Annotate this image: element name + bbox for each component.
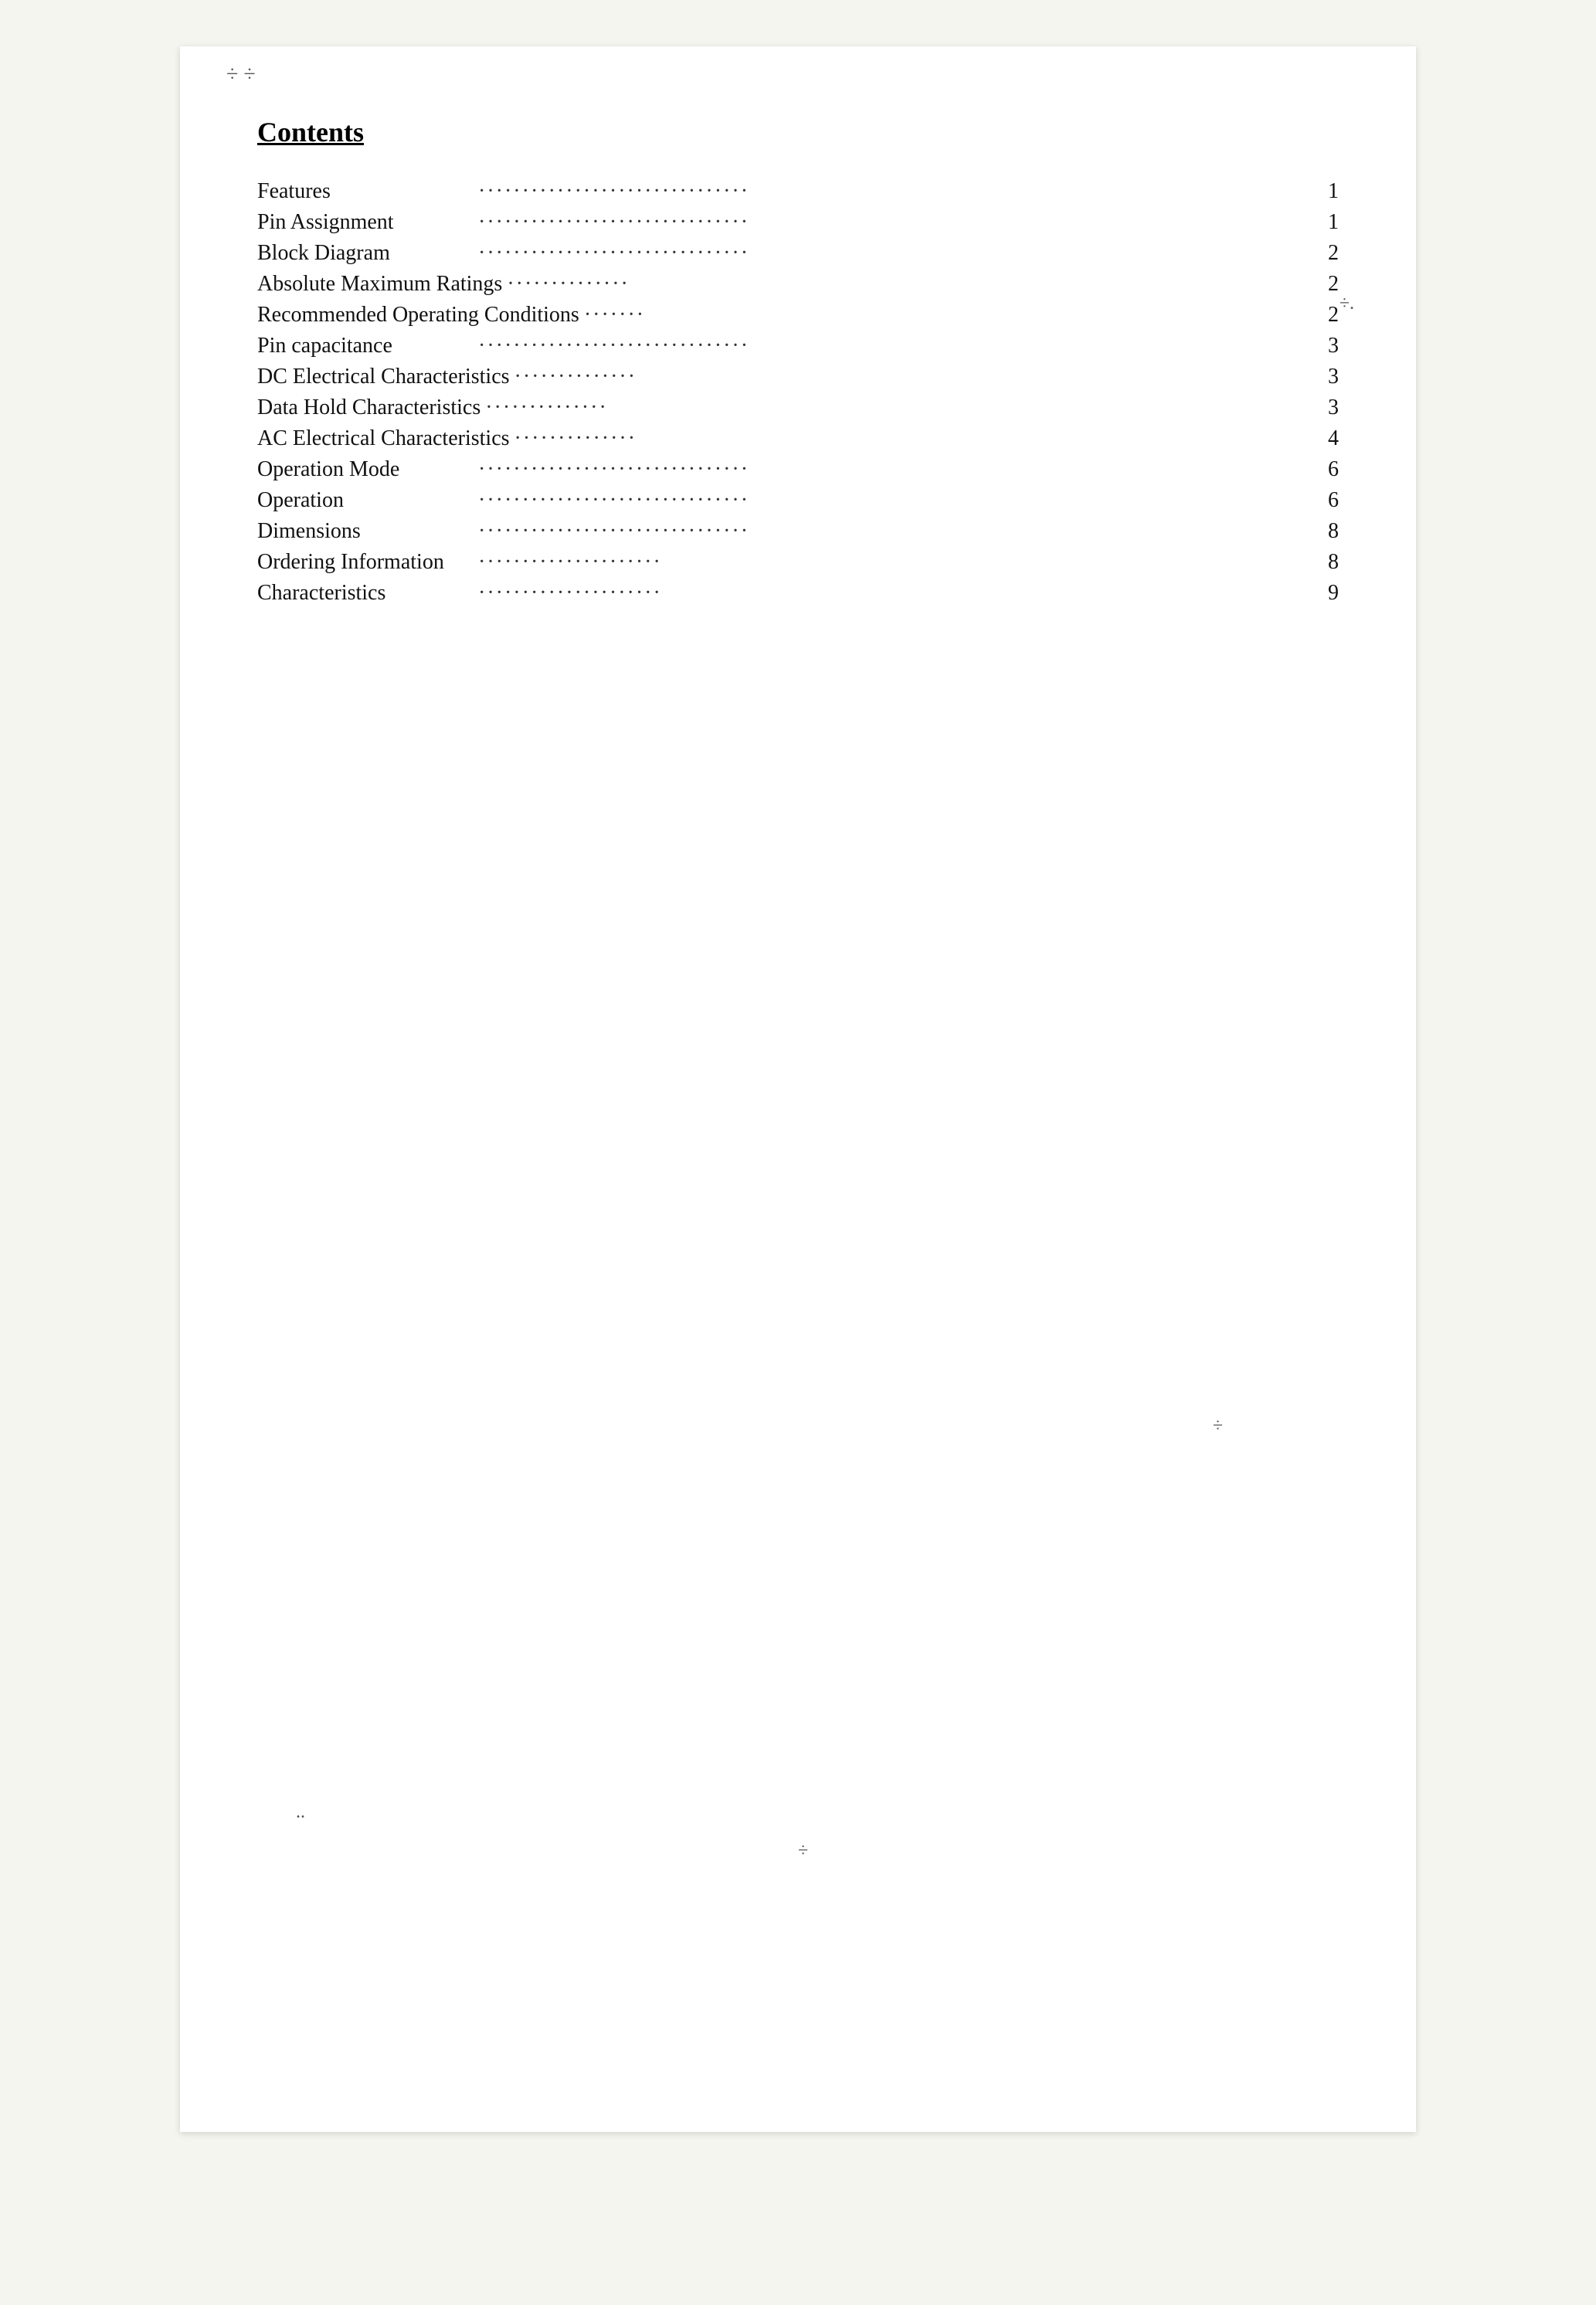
toc-dots: ····················· [478,550,1311,575]
toc-label: Operation [257,488,474,513]
list-item: Operation·······························… [257,488,1339,513]
toc-dots: ·············· [514,426,1311,451]
list-item: AC Electrical Characteristics···········… [257,426,1339,451]
toc-label: Characteristics [257,581,474,606]
list-item: Data Hold Characteristics··············3 [257,395,1339,420]
list-item: Pin capacitance·························… [257,334,1339,358]
toc-page-number: 4 [1316,426,1339,451]
toc-label: Recommended Operating Conditions [257,303,579,328]
toc-page-number: 1 [1316,179,1339,204]
toc-dots: ····················· [478,581,1311,606]
toc-label: Data Hold Characteristics [257,395,480,420]
list-item: Block Diagram···························… [257,241,1339,266]
toc-label: Features [257,179,474,204]
corner-marks: ÷ ÷ [226,62,256,88]
toc-label: Ordering Information [257,550,474,575]
page-title: Contents [257,116,1339,148]
toc-dots: ······························· [478,334,1311,358]
side-mark-right: ÷. [1340,294,1354,314]
toc-dots: ······························· [478,179,1311,204]
page: ÷ ÷ Contents Features···················… [180,46,1416,2132]
list-item: Absolute Maximum Ratings··············2 [257,272,1339,297]
toc-dots: ······························· [478,488,1311,513]
toc-dots: ·············· [507,272,1311,297]
toc-label: Pin Assignment [257,210,474,235]
toc-label: Block Diagram [257,241,474,266]
list-item: Operation Mode··························… [257,457,1339,482]
toc-page-number: 2 [1316,272,1339,297]
toc-label: Pin capacitance [257,334,474,358]
toc-label: Dimensions [257,519,474,544]
table-of-contents: Features·······························1… [257,179,1339,606]
toc-dots: ······························· [478,210,1311,235]
list-item: Features·······························1 [257,179,1339,204]
toc-page-number: 2 [1316,241,1339,266]
list-item: Ordering Information····················… [257,550,1339,575]
toc-dots: ······· [584,303,1311,328]
bottom-mark: .. [296,1802,305,1823]
toc-label: DC Electrical Characteristics [257,365,510,389]
toc-dots: ·············· [514,365,1311,389]
toc-dots: ······························· [478,457,1311,482]
list-item: Characteristics·····················9 [257,581,1339,606]
toc-label: Absolute Maximum Ratings [257,272,502,297]
toc-page-number: 8 [1316,519,1339,544]
toc-page-number: 3 [1316,365,1339,389]
toc-page-number: 1 [1316,210,1339,235]
list-item: Pin Assignment··························… [257,210,1339,235]
toc-page-number: 3 [1316,334,1339,358]
toc-label: Operation Mode [257,457,474,482]
toc-page-number: 2 [1316,303,1339,328]
toc-page-number: 9 [1316,581,1339,606]
toc-label: AC Electrical Characteristics [257,426,510,451]
list-item: Recommended Operating Conditions·······2 [257,303,1339,328]
side-mark-bottom-right: ÷ [1213,1416,1223,1437]
toc-page-number: 8 [1316,550,1339,575]
toc-page-number: 6 [1316,457,1339,482]
toc-dots: ······························· [478,519,1311,544]
toc-page-number: 3 [1316,395,1339,420]
list-item: DC Electrical Characteristics···········… [257,365,1339,389]
bottom-mark-center: ÷ [798,1841,808,1862]
toc-dots: ······························· [478,241,1311,266]
toc-page-number: 6 [1316,488,1339,513]
toc-dots: ·············· [485,395,1311,420]
list-item: Dimensions······························… [257,519,1339,544]
